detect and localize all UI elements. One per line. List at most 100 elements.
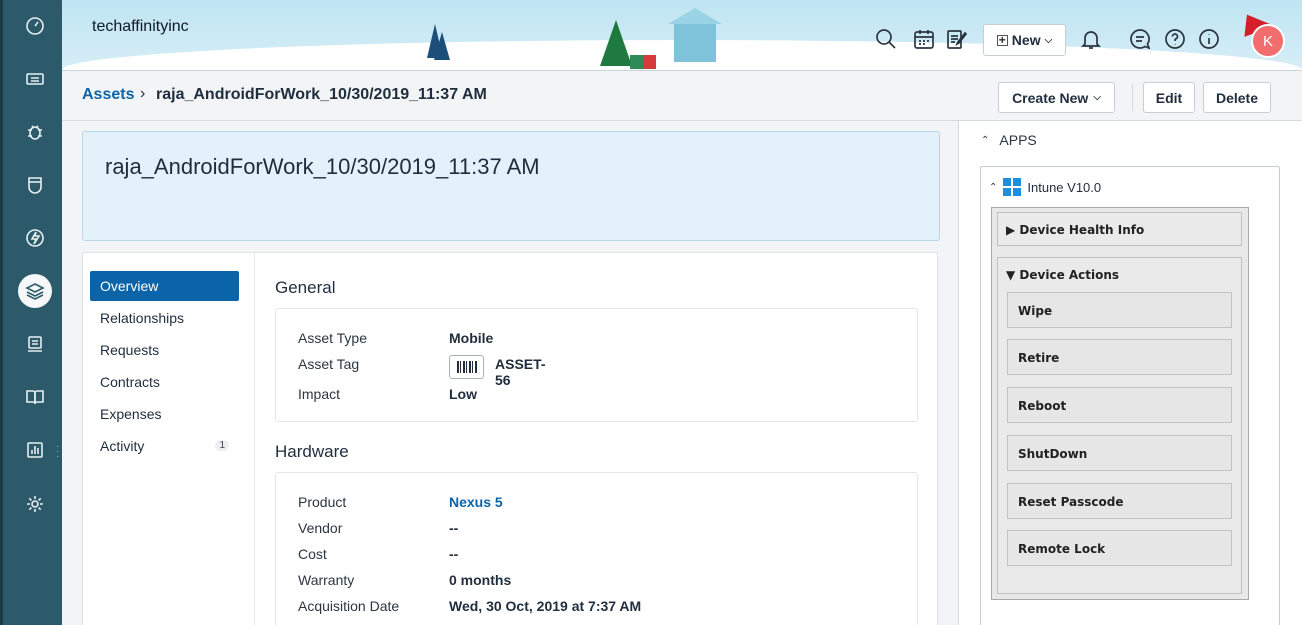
org-name: techaffinityinc	[92, 18, 189, 35]
left-nav-rail: · · ·	[0, 0, 62, 625]
notes-edit-icon[interactable]	[946, 28, 970, 52]
tab-label: Overview	[100, 278, 159, 294]
intune-widget-frame: ▶ Device Health Info ▼ Device Actions Wi…	[991, 207, 1249, 600]
plus-box-icon: +	[996, 32, 1008, 47]
asset-title-card: raja_AndroidForWork_10/30/2019_11:37 AM	[82, 131, 940, 241]
reboot-button[interactable]: Reboot	[1007, 387, 1232, 423]
releases-icon[interactable]	[18, 221, 52, 255]
chat-icon[interactable]	[1129, 28, 1153, 52]
impact-value: Low	[449, 386, 477, 402]
caret-right-icon: ▶	[1006, 223, 1016, 237]
caret-down-icon: ▼	[1006, 268, 1016, 282]
tab-label: Requests	[100, 342, 160, 358]
acquisition-date-value: Wed, 30 Oct, 2019 at 7:37 AM	[449, 598, 642, 614]
health-legend: ▶ Device Health Info	[1006, 223, 1144, 237]
warranty-value: 0 months	[449, 572, 512, 588]
device-health-info-section[interactable]: ▶ Device Health Info	[997, 212, 1242, 246]
asset-details-card: Overview Relationships Requests Contract…	[82, 252, 938, 625]
gift-decoration	[642, 55, 656, 69]
device-actions-section: ▼ Device Actions Wipe Retire Reboot Shut…	[997, 257, 1242, 594]
actions-legend[interactable]: ▼ Device Actions	[1006, 268, 1119, 282]
actions-label: Device Actions	[1019, 268, 1120, 282]
app-widget-box: ⌃ Intune V10.0 ▶ Device Health Info ▼ De…	[980, 166, 1280, 625]
gift-decoration	[630, 55, 644, 69]
breadcrumb-toolbar: Assets › raja_AndroidForWork_10/30/2019_…	[62, 71, 1302, 121]
vendor-value: --	[449, 520, 459, 536]
chevron-up-icon: ⌃	[981, 134, 990, 146]
field-label: Cost	[298, 546, 327, 562]
field-label: Warranty	[298, 572, 355, 588]
problems-icon[interactable]	[18, 327, 52, 361]
breadcrumb-assets-link[interactable]: Assets	[82, 86, 134, 104]
edit-button[interactable]: Edit	[1143, 82, 1195, 113]
field-label: Asset Tag	[298, 356, 360, 372]
reports-icon[interactable]	[18, 433, 52, 467]
new-button-label: New	[1011, 32, 1041, 48]
field-label: Acquisition Date	[298, 598, 400, 614]
assets-icon[interactable]	[18, 274, 52, 308]
asset-type-value: Mobile	[449, 330, 494, 346]
bug-icon[interactable]	[18, 115, 52, 149]
calendar-icon[interactable]	[913, 28, 937, 52]
field-label: Vendor	[298, 520, 343, 536]
field-label: Product	[298, 494, 347, 510]
details-tab-list: Overview Relationships Requests Contract…	[83, 253, 255, 625]
settings-gear-icon[interactable]	[18, 487, 52, 521]
breadcrumb-current: raja_AndroidForWork_10/30/2019_11:37 AM	[156, 86, 487, 103]
info-icon[interactable]	[1198, 28, 1222, 52]
windows-logo-icon	[1003, 178, 1022, 196]
create-new-label: Create New	[1012, 89, 1089, 106]
cost-value: --	[449, 546, 459, 562]
search-icon[interactable]	[875, 28, 899, 52]
field-label: Impact	[298, 386, 341, 402]
new-button[interactable]: + New ⌵	[983, 24, 1066, 56]
toolbar-divider	[1132, 83, 1133, 111]
product-link[interactable]: Nexus 5	[449, 494, 503, 510]
hardware-section-title: Hardware	[275, 442, 349, 461]
tickets-icon[interactable]	[18, 62, 52, 96]
delete-button[interactable]: Delete	[1203, 82, 1271, 113]
chevron-down-icon: ⌵	[1044, 34, 1053, 46]
tab-activity[interactable]: Activity 1	[90, 431, 239, 461]
general-panel: Asset Type Mobile Asset Tag ASSET-56 Imp…	[275, 308, 918, 422]
breadcrumb-chevron-icon: ›	[140, 85, 146, 102]
tab-label: Relationships	[100, 310, 185, 326]
top-header: techaffinityinc + New ⌵ K	[62, 0, 1302, 71]
tab-relationships[interactable]: Relationships	[90, 303, 239, 333]
solutions-book-icon[interactable]	[18, 380, 52, 414]
tab-label: Contracts	[100, 374, 160, 390]
wipe-button[interactable]: Wipe	[1007, 292, 1232, 328]
apps-section-toggle[interactable]: ⌃ APPS	[981, 132, 1037, 148]
pine-tree-decoration	[434, 32, 450, 60]
create-new-button[interactable]: Create New ⌵	[998, 82, 1115, 113]
tab-label: Expenses	[100, 406, 162, 422]
main-content: raja_AndroidForWork_10/30/2019_11:37 AM …	[62, 121, 958, 625]
remote-lock-button[interactable]: Remote Lock	[1007, 530, 1232, 566]
tab-label: Activity	[100, 438, 145, 454]
chevron-up-icon: ⌃	[989, 181, 998, 193]
chevron-down-icon: ⌵	[1093, 92, 1101, 103]
health-info-label: Device Health Info	[1019, 223, 1145, 237]
tab-overview[interactable]: Overview	[90, 271, 239, 301]
asset-tag-value: ASSET-56	[495, 356, 546, 388]
barcode-icon[interactable]	[449, 355, 484, 379]
dashboard-icon[interactable]	[18, 9, 52, 43]
tab-expenses[interactable]: Expenses	[90, 399, 239, 429]
user-avatar[interactable]: K	[1251, 24, 1285, 58]
tab-requests[interactable]: Requests	[90, 335, 239, 365]
notification-bell-icon[interactable]	[1080, 28, 1104, 52]
hardware-panel: Product Nexus 5 Vendor -- Cost -- Warran…	[275, 472, 918, 625]
help-icon[interactable]	[1164, 28, 1188, 52]
tab-contracts[interactable]: Contracts	[90, 367, 239, 397]
app-name: Intune V10.0	[1027, 179, 1102, 195]
shutdown-button[interactable]: ShutDown	[1007, 435, 1232, 471]
changes-icon[interactable]	[18, 168, 52, 202]
apps-side-panel: ⌃ APPS ⌃ Intune V10.0 ▶ Device Health In…	[958, 121, 1302, 625]
field-label: Asset Type	[298, 330, 368, 346]
retire-button[interactable]: Retire	[1007, 339, 1232, 375]
christmas-tree-decoration	[600, 20, 632, 66]
reset-passcode-button[interactable]: Reset Passcode	[1007, 483, 1232, 519]
drag-handle-icon[interactable]: · · ·	[56, 442, 59, 462]
apps-title: APPS	[999, 132, 1037, 148]
intune-app-toggle[interactable]: ⌃ Intune V10.0	[989, 178, 1101, 196]
